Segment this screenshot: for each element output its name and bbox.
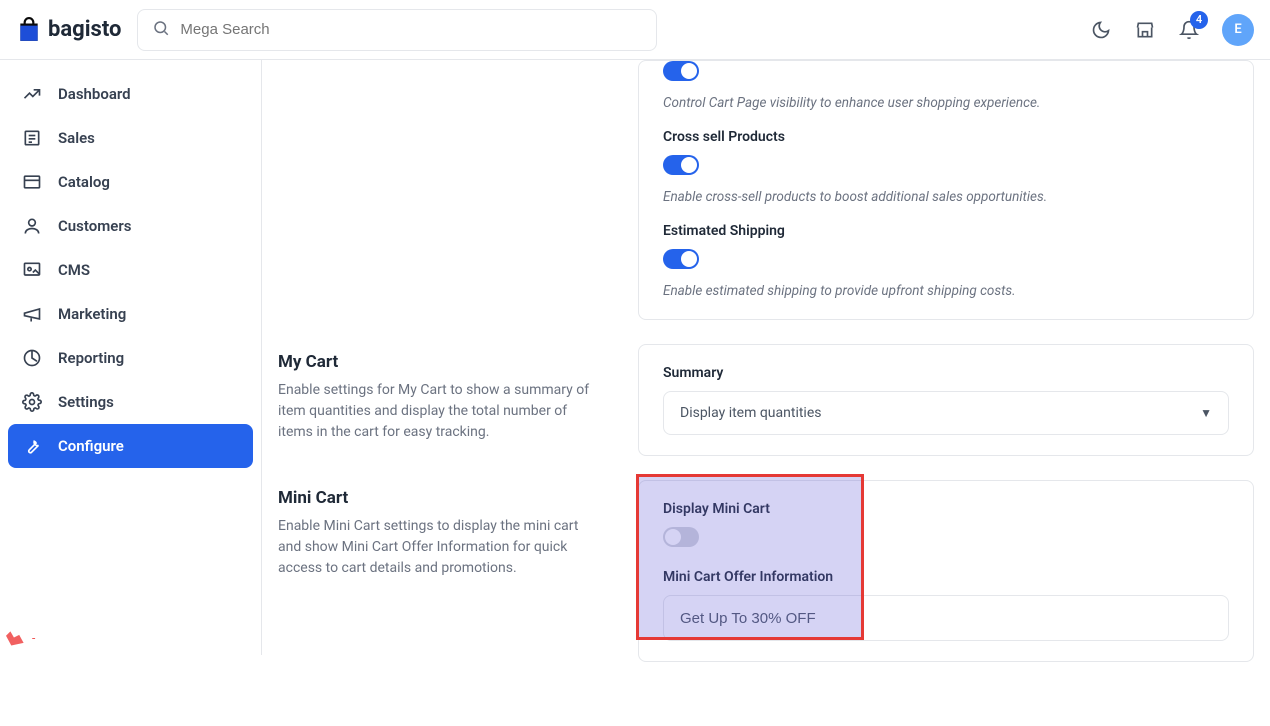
cart-visibility-help: Control Cart Page visibility to enhance … (663, 95, 1229, 111)
dashboard-icon (22, 84, 42, 104)
sidebar-item-label: Sales (58, 129, 95, 147)
sidebar-item-catalog[interactable]: Catalog (8, 160, 253, 204)
sidebar-item-configure[interactable]: Configure (8, 424, 253, 468)
sidebar-item-label: Settings (58, 393, 114, 411)
summary-label: Summary (663, 365, 1229, 381)
estimated-shipping-toggle[interactable] (663, 249, 699, 269)
estimated-shipping-label: Estimated Shipping (663, 223, 1229, 239)
my-cart-card: Summary Display item quantities ▼ (638, 344, 1254, 456)
bell-icon[interactable]: 4 (1178, 19, 1200, 41)
display-mini-cart-label: Display Mini Cart (663, 501, 1229, 517)
marketing-icon (22, 304, 42, 324)
sidebar-item-dashboard[interactable]: Dashboard (8, 72, 253, 116)
search-input[interactable] (180, 21, 642, 38)
store-icon[interactable] (1134, 19, 1156, 41)
cross-sell-toggle[interactable] (663, 155, 699, 175)
cross-sell-label: Cross sell Products (663, 129, 1229, 145)
avatar-initial: E (1234, 22, 1241, 37)
display-mini-cart-toggle[interactable] (663, 527, 699, 547)
bag-icon (16, 17, 42, 43)
sales-icon (22, 128, 42, 148)
brand-name: bagisto (48, 17, 121, 42)
estimated-shipping-help: Enable estimated shipping to provide upf… (663, 283, 1229, 299)
customers-icon (22, 216, 42, 236)
sidebar-item-label: Reporting (58, 349, 124, 367)
catalog-icon (22, 172, 42, 192)
header: bagisto 4 E (0, 0, 1270, 60)
dark-mode-icon[interactable] (1090, 19, 1112, 41)
sidebar-item-label: Customers (58, 217, 131, 235)
cross-sell-help: Enable cross-sell products to boost addi… (663, 189, 1229, 205)
sidebar-item-marketing[interactable]: Marketing (8, 292, 253, 336)
summary-select-value: Display item quantities (680, 405, 822, 421)
sidebar-item-customers[interactable]: Customers (8, 204, 253, 248)
search-icon (152, 19, 170, 41)
sidebar-item-label: Dashboard (58, 85, 131, 103)
cart-visibility-toggle[interactable] (663, 61, 699, 81)
sidebar-item-label: Marketing (58, 305, 126, 323)
reporting-icon (22, 348, 42, 368)
main-content: Control Cart Page visibility to enhance … (262, 60, 1270, 726)
sidebar-item-sales[interactable]: Sales (8, 116, 253, 160)
sidebar-item-label: CMS (58, 261, 90, 279)
wrench-icon (22, 436, 42, 456)
gear-icon (22, 392, 42, 412)
notification-badge: 4 (1190, 11, 1208, 29)
shopping-cart-card: Control Cart Page visibility to enhance … (638, 60, 1254, 320)
mini-cart-offer-label: Mini Cart Offer Information (663, 569, 1229, 585)
summary-select[interactable]: Display item quantities ▼ (663, 391, 1229, 435)
my-cart-title: My Cart (278, 352, 598, 372)
avatar[interactable]: E (1222, 14, 1254, 46)
sidebar-item-cms[interactable]: CMS (8, 248, 253, 292)
sidebar: Dashboard Sales Catalog Customers CMS Ma… (0, 60, 262, 655)
bl-dash: - (32, 631, 35, 645)
header-actions: 4 E (1090, 14, 1254, 46)
my-cart-desc: Enable settings for My Cart to show a su… (278, 380, 598, 443)
chevron-down-icon: ▼ (1200, 406, 1212, 420)
sidebar-item-label: Catalog (58, 173, 110, 191)
mini-cart-title: Mini Cart (278, 488, 598, 508)
mini-cart-card: Display Mini Cart Mini Cart Offer Inform… (638, 480, 1254, 662)
cms-icon (22, 260, 42, 280)
mega-search[interactable] (137, 9, 657, 51)
mini-cart-offer-input[interactable] (663, 595, 1229, 641)
sidebar-item-label: Configure (58, 437, 124, 455)
mini-cart-desc: Enable Mini Cart settings to display the… (278, 516, 598, 579)
logo[interactable]: bagisto (16, 17, 121, 43)
sidebar-item-reporting[interactable]: Reporting (8, 336, 253, 380)
laravel-icon: - (6, 627, 35, 649)
sidebar-item-settings[interactable]: Settings (8, 380, 253, 424)
